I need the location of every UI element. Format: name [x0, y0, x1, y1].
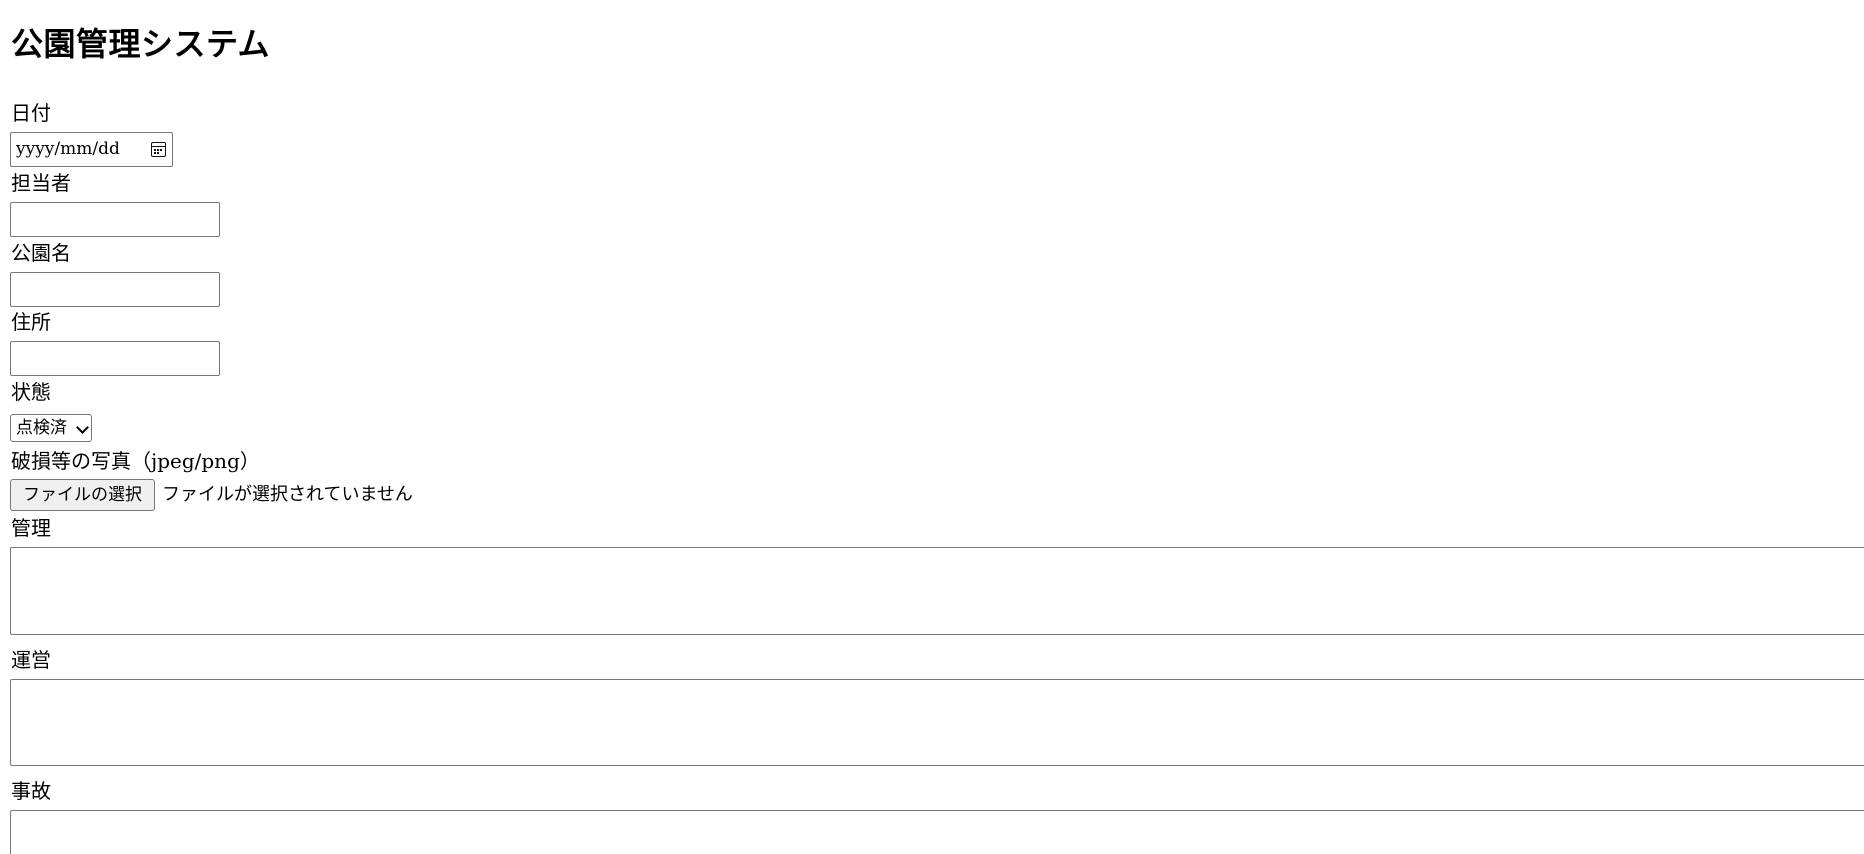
person-input[interactable]	[10, 202, 220, 237]
park-management-form-page: 公園管理システム 日付 yyyy/mm/dd 担当者 公園名 住所 状態 点検済…	[0, 0, 1864, 854]
park-name-input[interactable]	[10, 272, 220, 307]
accident-textarea[interactable]	[10, 810, 1864, 854]
person-label: 担当者	[11, 171, 71, 195]
address-label: 住所	[11, 310, 51, 334]
file-status-text: ファイルが選択されていません	[162, 484, 413, 505]
calendar-icon[interactable]	[151, 142, 166, 157]
chevron-down-icon	[76, 421, 89, 434]
photo-label: 破損等の写真（jpeg/png）	[11, 449, 260, 473]
page-title: 公園管理システム	[11, 25, 271, 63]
operation-label: 運営	[11, 648, 51, 672]
date-placeholder: yyyy/mm/dd	[16, 139, 120, 159]
status-label: 状態	[11, 380, 51, 404]
status-select[interactable]: 点検済	[10, 414, 92, 442]
management-label: 管理	[11, 516, 51, 540]
operation-textarea[interactable]	[10, 679, 1864, 766]
management-textarea[interactable]	[10, 547, 1864, 635]
choose-file-button[interactable]: ファイルの選択	[10, 479, 155, 511]
date-label: 日付	[11, 101, 51, 125]
address-input[interactable]	[10, 341, 220, 376]
park-name-label: 公園名	[11, 241, 71, 265]
date-input[interactable]: yyyy/mm/dd	[10, 132, 173, 167]
accident-label: 事故	[11, 779, 51, 803]
status-selected-value: 点検済	[16, 418, 67, 438]
